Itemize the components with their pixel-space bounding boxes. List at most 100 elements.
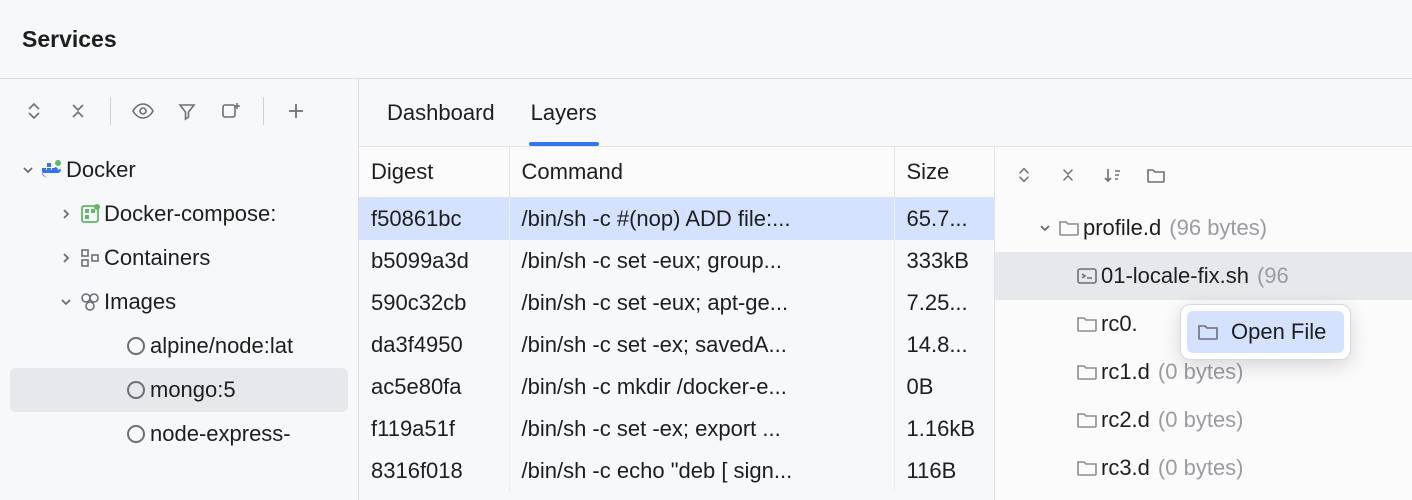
circle-icon xyxy=(122,425,150,443)
table-row[interactable]: 8316f018 /bin/sh -c echo "deb [ sign... … xyxy=(359,450,994,492)
tab-dashboard[interactable]: Dashboard xyxy=(369,79,513,146)
column-header-size[interactable]: Size xyxy=(894,147,994,198)
shell-script-icon xyxy=(1073,267,1101,285)
column-header-digest[interactable]: Digest xyxy=(359,147,509,198)
new-session-icon[interactable] xyxy=(211,91,251,131)
folder-icon xyxy=(1073,411,1101,429)
folder-icon[interactable] xyxy=(1137,156,1175,194)
table-row[interactable]: ac5e80fa /bin/sh -c mkdir /docker-e... 0… xyxy=(359,366,994,408)
eye-icon[interactable] xyxy=(123,91,163,131)
containers-icon xyxy=(76,247,104,269)
chevron-right-icon xyxy=(56,251,76,265)
file-node-folder[interactable]: profile.d (96 bytes) xyxy=(995,204,1412,252)
tree-node-containers[interactable]: Containers xyxy=(0,236,358,280)
sidebar-toolbar xyxy=(0,79,358,142)
cell-command: /bin/sh -c set -eux; apt-ge... xyxy=(509,282,894,324)
cell-command: /bin/sh -c set -eux; group... xyxy=(509,240,894,282)
filter-icon[interactable] xyxy=(167,91,207,131)
cell-digest: 8316f018 xyxy=(359,450,509,492)
tree-label: Images xyxy=(104,289,176,315)
table-row[interactable]: da3f4950 /bin/sh -c set -ex; savedA... 1… xyxy=(359,324,994,366)
cell-size: 65.7... xyxy=(894,198,994,241)
file-node-folder[interactable]: rc2.d (0 bytes) xyxy=(995,396,1412,444)
folder-icon xyxy=(1073,459,1101,477)
cell-size: 116B xyxy=(894,450,994,492)
toolbar-separator xyxy=(263,97,264,125)
cell-command: /bin/sh -c set -ex; export ... xyxy=(509,408,894,450)
docker-icon xyxy=(38,160,66,180)
cell-command: /bin/sh -c set -ex; savedA... xyxy=(509,324,894,366)
tree-label: alpine/node:lat xyxy=(150,333,293,359)
cell-command: /bin/sh -c mkdir /docker-e... xyxy=(509,366,894,408)
expand-all-icon[interactable] xyxy=(14,91,54,131)
tree-label: Docker-compose: xyxy=(104,201,276,227)
tree-node-image[interactable]: alpine/node:lat xyxy=(0,324,358,368)
compose-icon xyxy=(76,203,104,225)
tree-label: Containers xyxy=(104,245,210,271)
file-size: (96 bytes) xyxy=(1169,215,1267,241)
add-icon[interactable] xyxy=(276,91,316,131)
circle-icon xyxy=(122,381,150,399)
cell-digest: da3f4950 xyxy=(359,324,509,366)
sidebar: Docker Docker-compose: Containers xyxy=(0,79,359,500)
tree-label: node-express- xyxy=(150,421,291,447)
tree-node-compose[interactable]: Docker-compose: xyxy=(0,192,358,236)
menu-item-label: Open File xyxy=(1231,319,1326,345)
cell-command: /bin/sh -c echo "deb [ sign... xyxy=(509,450,894,492)
folder-icon xyxy=(1073,315,1101,333)
file-node-folder[interactable]: rc3.d (0 bytes) xyxy=(995,444,1412,492)
collapse-all-icon[interactable] xyxy=(58,91,98,131)
cell-size: 333kB xyxy=(894,240,994,282)
file-label: 01-locale-fix.sh xyxy=(1101,263,1249,289)
collapse-all-icon[interactable] xyxy=(1049,156,1087,194)
context-menu: Open File xyxy=(1180,304,1351,360)
tab-label: Dashboard xyxy=(387,100,495,126)
file-size: (96 xyxy=(1257,263,1289,289)
cell-digest: f50861bc xyxy=(359,198,509,241)
cell-command: /bin/sh -c #(nop) ADD file:... xyxy=(509,198,894,241)
tree-node-docker[interactable]: Docker xyxy=(0,148,358,192)
file-label: rc3.d xyxy=(1101,455,1150,481)
chevron-down-icon xyxy=(18,163,38,177)
table-row[interactable]: f119a51f /bin/sh -c set -ex; export ... … xyxy=(359,408,994,450)
menu-item-open-file[interactable]: Open File xyxy=(1187,311,1344,353)
file-label: rc2.d xyxy=(1101,407,1150,433)
images-icon xyxy=(76,291,104,313)
tree-node-image-selected[interactable]: mongo:5 xyxy=(10,368,348,412)
cell-digest: b5099a3d xyxy=(359,240,509,282)
toolbar-separator xyxy=(110,97,111,125)
file-size: (0 bytes) xyxy=(1158,455,1244,481)
tree-node-image[interactable]: node-express- xyxy=(0,412,358,456)
tree-label: Docker xyxy=(66,157,136,183)
cell-digest: f119a51f xyxy=(359,408,509,450)
column-header-command[interactable]: Command xyxy=(509,147,894,198)
file-label: profile.d xyxy=(1083,215,1161,241)
tab-bar: Dashboard Layers xyxy=(359,79,1412,146)
cell-size: 1.16kB xyxy=(894,408,994,450)
layers-table: Digest Command Size f50861bc /bin/sh -c … xyxy=(359,147,995,500)
cell-digest: 590c32cb xyxy=(359,282,509,324)
folder-icon xyxy=(1073,363,1101,381)
chevron-down-icon xyxy=(56,295,76,309)
tab-label: Layers xyxy=(531,100,597,126)
sort-icon[interactable] xyxy=(1093,156,1131,194)
table-row[interactable]: f50861bc /bin/sh -c #(nop) ADD file:... … xyxy=(359,198,994,241)
main-panel: Dashboard Layers Digest Command Size xyxy=(359,79,1412,500)
cell-size: 14.8... xyxy=(894,324,994,366)
tree-label: mongo:5 xyxy=(150,377,236,403)
table-row[interactable]: 590c32cb /bin/sh -c set -eux; apt-ge... … xyxy=(359,282,994,324)
cell-size: 0B xyxy=(894,366,994,408)
chevron-down-icon xyxy=(1035,221,1055,235)
chevron-right-icon xyxy=(56,207,76,221)
file-node-script-selected[interactable]: 01-locale-fix.sh (96 xyxy=(995,252,1412,300)
expand-all-icon[interactable] xyxy=(1005,156,1043,194)
folder-icon xyxy=(1055,219,1083,237)
file-size: (0 bytes) xyxy=(1158,359,1244,385)
service-tree: Docker Docker-compose: Containers xyxy=(0,142,358,500)
cell-size: 7.25... xyxy=(894,282,994,324)
file-label: rc1.d xyxy=(1101,359,1150,385)
folder-icon xyxy=(1197,323,1219,341)
tree-node-images[interactable]: Images xyxy=(0,280,358,324)
table-row[interactable]: b5099a3d /bin/sh -c set -eux; group... 3… xyxy=(359,240,994,282)
tab-layers[interactable]: Layers xyxy=(513,79,615,146)
